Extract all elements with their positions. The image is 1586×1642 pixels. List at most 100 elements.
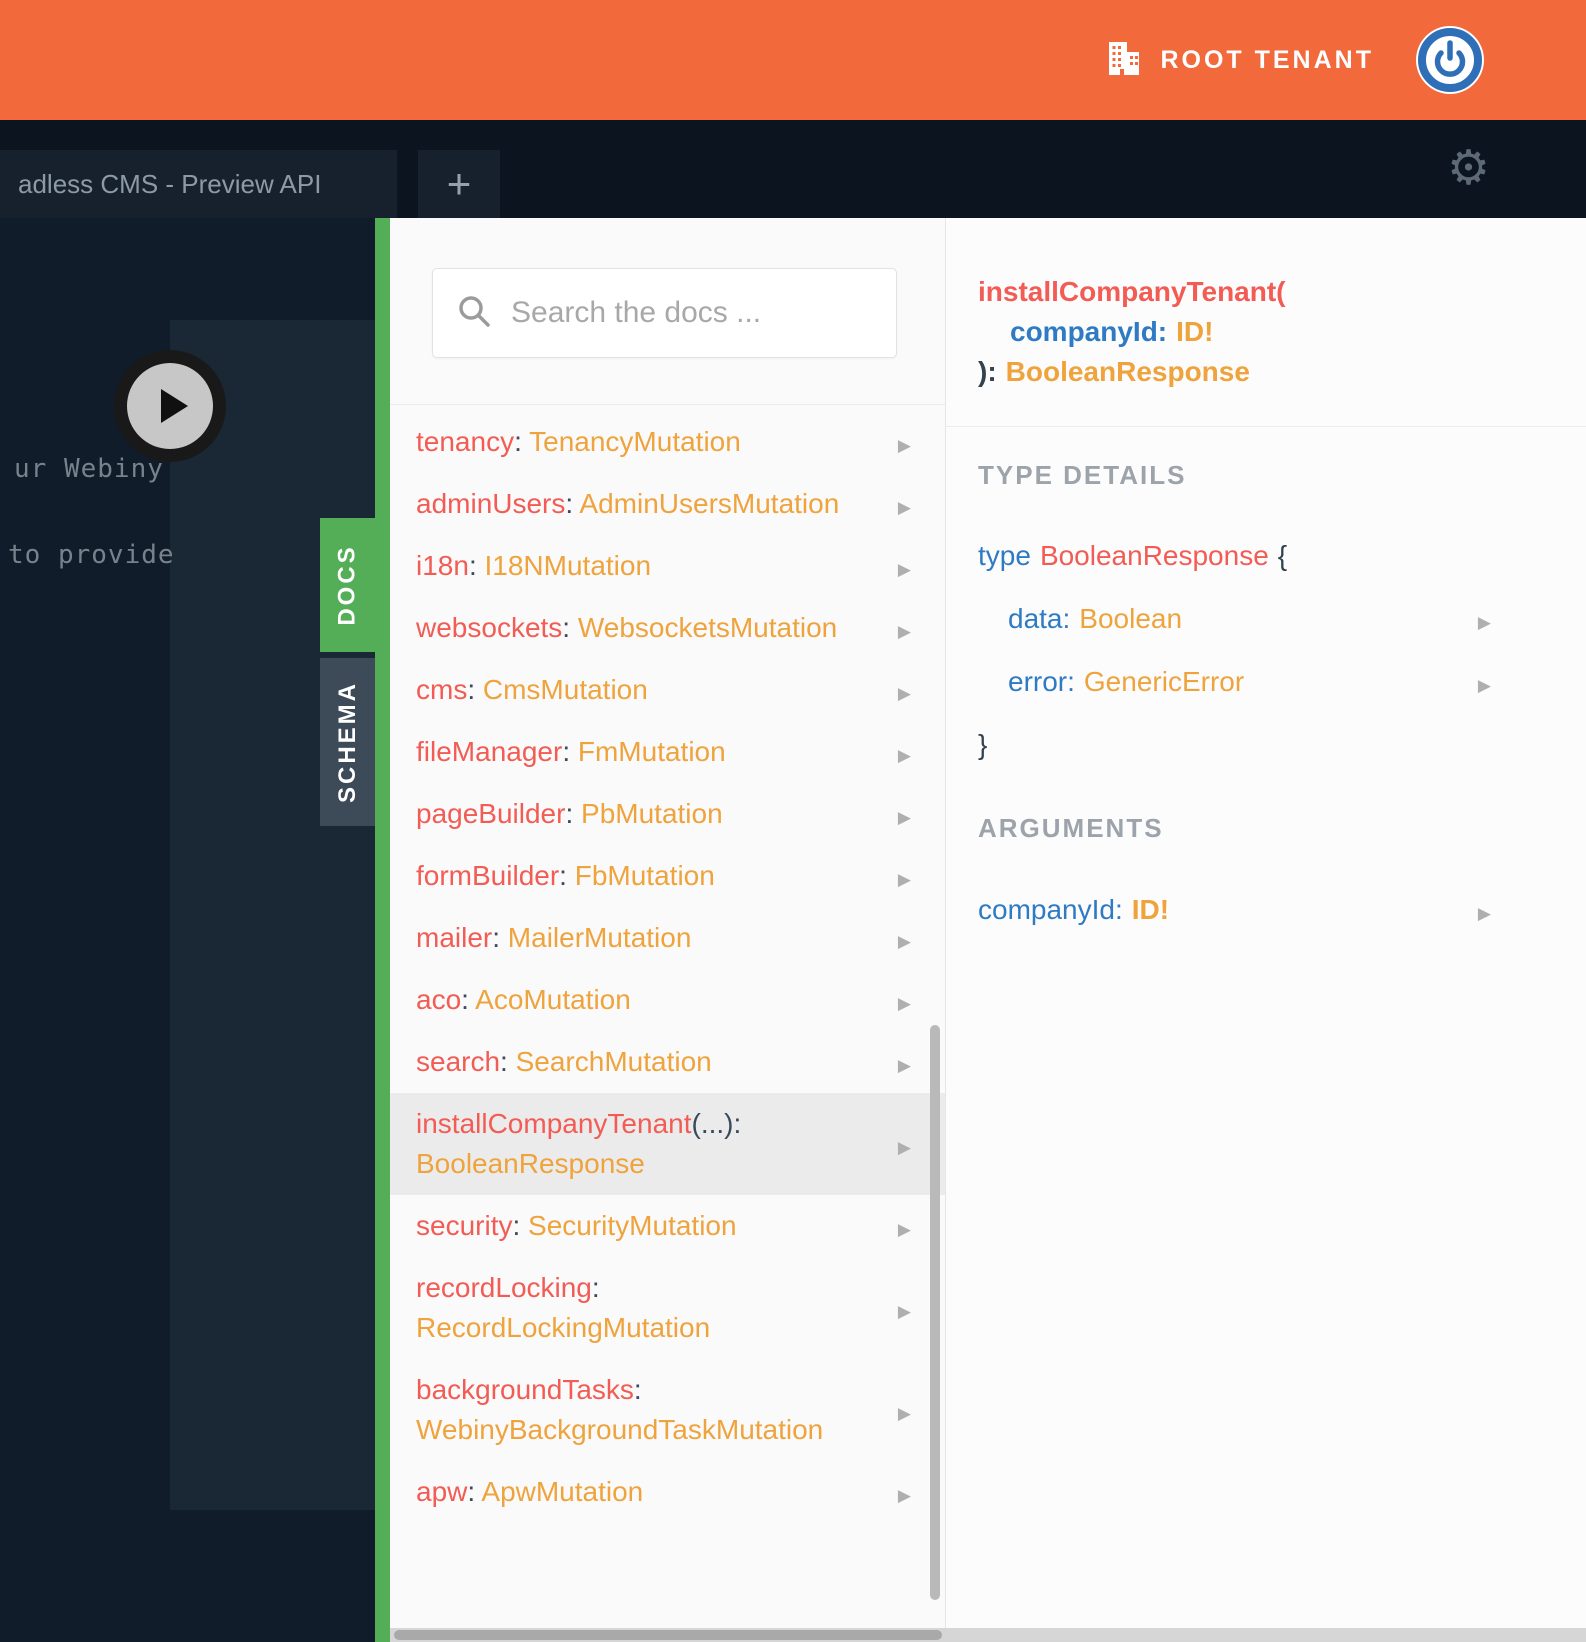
chevron-right-icon xyxy=(1478,896,1491,924)
field-punct: : xyxy=(514,426,530,457)
doc-field-item-websockets[interactable]: websockets: WebsocketsMutation xyxy=(390,597,945,659)
docs-vertical-scrollbar[interactable] xyxy=(930,1025,940,1600)
signature-name-line: installCompanyTenant( xyxy=(978,272,1586,312)
field-punct: : xyxy=(500,1046,516,1077)
field-name: cms xyxy=(416,674,468,705)
new-tab-button[interactable]: + xyxy=(418,150,500,218)
chevron-right-icon xyxy=(898,862,911,890)
type-name: BooleanResponse xyxy=(1039,540,1269,571)
doc-field-item-aco[interactable]: aco: AcoMutation xyxy=(390,969,945,1031)
field-name: backgroundTasks xyxy=(416,1374,634,1405)
field-type: PbMutation xyxy=(581,798,723,829)
type-details-heading: TYPE DETAILS xyxy=(978,460,1187,490)
editor-surface[interactable] xyxy=(170,320,375,1510)
argument-companyId[interactable]: companyId: ID! xyxy=(978,890,1586,930)
doc-field-item-fileManager[interactable]: fileManager: FmMutation xyxy=(390,721,945,783)
type-field-name: error: xyxy=(1008,666,1075,697)
doc-field-item-security[interactable]: security: SecurityMutation xyxy=(390,1195,945,1257)
docs-search-input[interactable] xyxy=(511,296,872,330)
chevron-right-icon xyxy=(898,800,911,828)
chevron-right-icon xyxy=(898,1048,911,1076)
chevron-right-icon xyxy=(898,986,911,1014)
doc-field-item-search[interactable]: search: SearchMutation xyxy=(390,1031,945,1093)
field-type: AdminUsersMutation xyxy=(579,488,840,519)
doc-field-item-cms[interactable]: cms: CmsMutation xyxy=(390,659,945,721)
editor-comment-line-2: to provide xyxy=(8,540,175,570)
field-name: i18n xyxy=(416,550,469,581)
doc-field-item-pageBuilder[interactable]: pageBuilder: PbMutation xyxy=(390,783,945,845)
field-punct: : xyxy=(492,922,508,953)
doc-field-item-i18n[interactable]: i18n: I18NMutation xyxy=(390,535,945,597)
field-type: SecurityMutation xyxy=(528,1210,737,1241)
type-field-type: GenericError xyxy=(1083,666,1245,697)
field-name: websockets xyxy=(416,612,563,643)
type-keyword: type xyxy=(978,540,1031,571)
type-field-data[interactable]: data: Boolean xyxy=(1008,599,1586,639)
doc-field-item-recordLocking[interactable]: recordLocking: RecordLockingMutation xyxy=(390,1257,945,1359)
field-punct: : xyxy=(633,1374,650,1405)
field-punct: : xyxy=(562,612,578,643)
docs-panel-accent-edge[interactable] xyxy=(375,218,390,1642)
field-type: RecordLockingMutation xyxy=(416,1312,711,1343)
chevron-right-icon xyxy=(898,490,911,518)
docs-search-box[interactable] xyxy=(432,268,897,358)
field-name: tenancy xyxy=(416,426,515,457)
field-type: BooleanResponse xyxy=(416,1148,645,1179)
doc-field-item-tenancy[interactable]: tenancy: TenancyMutation xyxy=(390,411,945,473)
doc-field-item-adminUsers[interactable]: adminUsers: AdminUsersMutation xyxy=(390,473,945,535)
tenant-selector[interactable]: ROOT TENANT xyxy=(1106,0,1374,120)
building-icon xyxy=(1106,41,1142,80)
chevron-right-icon xyxy=(898,924,911,952)
doc-field-item-mailer[interactable]: mailer: MailerMutation xyxy=(390,907,945,969)
doc-field-item-installCompanyTenant[interactable]: installCompanyTenant(...): BooleanRespon… xyxy=(390,1093,945,1195)
chevron-right-icon xyxy=(898,428,911,456)
argument-type: ID! xyxy=(1131,894,1170,925)
doc-field-item-formBuilder[interactable]: formBuilder: FbMutation xyxy=(390,845,945,907)
field-punct: : xyxy=(565,798,582,829)
field-type: WebsocketsMutation xyxy=(577,612,838,643)
horizontal-scrollbar-thumb[interactable] xyxy=(394,1630,942,1640)
chevron-right-icon xyxy=(898,1212,911,1240)
type-field-type: Boolean xyxy=(1079,603,1183,634)
field-type: FmMutation xyxy=(577,736,726,767)
field-type: SearchMutation xyxy=(515,1046,712,1077)
tab-docs[interactable]: DOCS xyxy=(320,518,375,652)
tab-schema-label: SCHEMA xyxy=(333,680,361,804)
field-punct: : xyxy=(562,736,578,767)
type-declaration[interactable]: type BooleanResponse { xyxy=(978,536,1586,576)
api-tab[interactable]: adless CMS - Preview API xyxy=(0,150,397,218)
field-name: adminUsers xyxy=(416,488,566,519)
signature-return-line: ): BooleanResponse xyxy=(978,352,1586,392)
doc-field-item-apw[interactable]: apw: ApwMutation xyxy=(390,1461,945,1523)
field-name: search xyxy=(416,1046,501,1077)
type-field-error[interactable]: error: GenericError xyxy=(1008,662,1586,702)
settings-gear-icon[interactable] xyxy=(1447,145,1490,193)
field-punct: : xyxy=(467,674,483,705)
field-name: formBuilder xyxy=(416,860,560,891)
signature-arg-line: companyId: ID! xyxy=(978,312,1586,352)
field-signature: installCompanyTenant( companyId: ID! ): Bo… xyxy=(946,218,1586,427)
chevron-right-icon xyxy=(1478,668,1491,696)
video-play-button[interactable] xyxy=(114,350,226,462)
field-name: pageBuilder xyxy=(416,798,566,829)
api-tab-title: adless CMS - Preview API xyxy=(18,168,322,199)
field-type: CmsMutation xyxy=(482,674,648,705)
graphql-playground-window: ROOT TENANT adless CMS - Preview API + ⚙… xyxy=(0,0,1586,1642)
signature-arg-name: companyId: xyxy=(1010,316,1168,347)
field-type: TenancyMutation xyxy=(529,426,741,457)
power-logo-button[interactable] xyxy=(1414,24,1486,96)
field-type: AcoMutation xyxy=(475,984,631,1015)
argument-name: companyId: xyxy=(978,894,1123,925)
doc-field-item-backgroundTasks[interactable]: backgroundTasks: WebinyBackgroundTaskMut… xyxy=(390,1359,945,1461)
tab-schema[interactable]: SCHEMA xyxy=(320,658,375,826)
horizontal-scrollbar[interactable] xyxy=(390,1628,1586,1642)
field-punct: : xyxy=(591,1272,608,1303)
field-detail-panel: installCompanyTenant( companyId: ID! ): Bo… xyxy=(945,218,1586,1642)
signature-return-type: BooleanResponse xyxy=(1005,356,1250,387)
editor-comment-line-1: ur Webiny xyxy=(14,454,164,484)
docs-search-section xyxy=(390,218,945,405)
main-content: ur Webiny to provide DOCS SCHEMA Search … xyxy=(0,218,1586,1642)
play-disc xyxy=(127,363,213,449)
plus-icon: + xyxy=(446,160,472,207)
arguments-heading: ARGUMENTS xyxy=(978,813,1164,843)
